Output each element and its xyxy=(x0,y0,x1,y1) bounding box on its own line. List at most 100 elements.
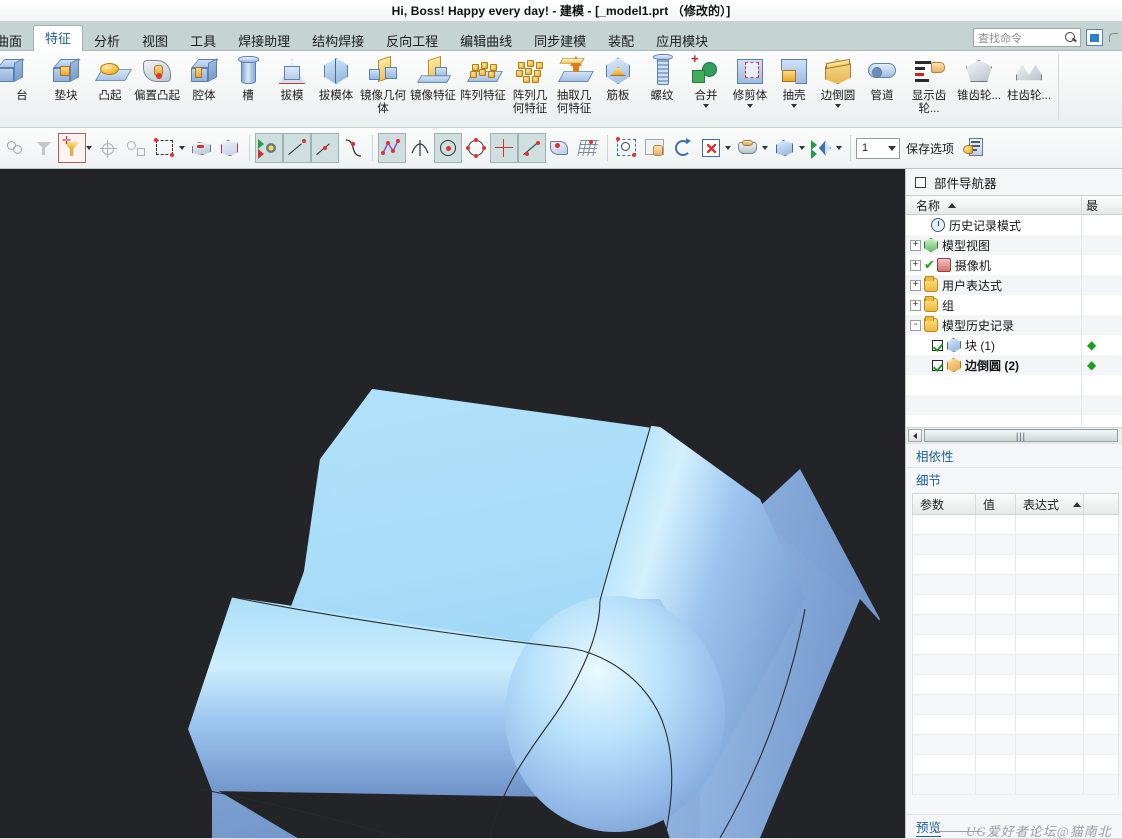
details-row[interactable] xyxy=(912,615,1119,635)
line-endpoint-icon[interactable] xyxy=(283,133,311,163)
quadrant-point-icon[interactable] xyxy=(462,133,490,163)
wireframe-body-icon[interactable] xyxy=(216,133,244,163)
details-row[interactable] xyxy=(912,515,1119,535)
cloud-points-icon[interactable] xyxy=(2,133,30,163)
ribbon-item-edge-blend[interactable]: 边倒圆 xyxy=(816,51,860,125)
feature-suppress-checkbox[interactable] xyxy=(932,339,943,351)
ribbon-item-draft[interactable]: 拔模 xyxy=(270,51,314,125)
intersection-point-icon[interactable] xyxy=(406,133,434,163)
ribbon-item-pocket[interactable]: 腔体 xyxy=(182,51,226,125)
expand-toggle-icon[interactable]: + xyxy=(910,299,921,311)
tree-horizontal-scrollbar[interactable]: ||| xyxy=(906,427,1122,443)
selection-filter-icon[interactable]: ✛ xyxy=(58,133,86,163)
ribbon-item-spur-gear[interactable]: 柱齿轮... xyxy=(1004,51,1054,125)
pan-icon[interactable] xyxy=(641,133,669,163)
face-snap-icon[interactable] xyxy=(546,133,574,163)
tree-row-model-history[interactable]: - 模型历史记录 xyxy=(906,315,1122,335)
shaded-view-icon[interactable] xyxy=(771,133,799,163)
details-row[interactable] xyxy=(912,735,1119,755)
ribbon-item-offset-emboss[interactable]: 偏置凸起 xyxy=(132,51,182,125)
chevron-down-icon[interactable] xyxy=(725,146,731,150)
chevron-down-icon[interactable] xyxy=(179,146,185,150)
ribbon-item-rib[interactable]: 筋板 xyxy=(596,51,640,125)
ribbon-item-groove[interactable]: 槽 xyxy=(226,51,270,125)
column-header-latest[interactable]: 最 xyxy=(1082,197,1122,214)
tree-row-block[interactable]: 块 (1) ◆ xyxy=(906,335,1122,355)
chevron-down-icon[interactable] xyxy=(703,103,709,108)
ribbon-item-trim-body[interactable]: 修剪体 xyxy=(728,51,772,125)
tree-row-user-expressions[interactable]: + 用户表达式 xyxy=(906,275,1122,295)
ribbon-item-boss[interactable]: 台 xyxy=(0,51,44,125)
ribbon-item-pad[interactable]: 垫块 xyxy=(44,51,88,125)
tree-row-edge-blend[interactable]: 边倒圆 (2) ◆ xyxy=(906,355,1122,375)
details-row[interactable] xyxy=(912,555,1119,575)
dependencies-section-header[interactable]: 相依性 xyxy=(906,443,1122,467)
part-navigator-header[interactable]: 部件导航器 xyxy=(906,169,1122,195)
ribbon-item-mirror-feature[interactable]: 镜像特征 xyxy=(408,51,458,125)
solid-body-icon[interactable] xyxy=(188,133,216,163)
ribbon-item-emboss[interactable]: 凸起 xyxy=(88,51,132,125)
ribbon-item-pattern-feature[interactable]: 阵列特征 xyxy=(458,51,508,125)
tree-row-history-mode[interactable]: 历史记录模式 xyxy=(906,215,1122,235)
tree-row-cameras[interactable]: + ✔ 摄像机 xyxy=(906,255,1122,275)
ribbon-item-thread[interactable]: 螺纹 xyxy=(640,51,684,125)
restore-window-icon[interactable] xyxy=(1086,29,1103,46)
details-section-header[interactable]: 细节 xyxy=(906,467,1122,491)
tree-row-model-views[interactable]: + 模型视图 xyxy=(906,235,1122,255)
scroll-thumb-grip[interactable]: ||| xyxy=(924,429,1118,442)
chevron-down-icon[interactable] xyxy=(835,103,841,108)
tab-tezheng[interactable]: 特征 xyxy=(33,25,84,52)
tree-row-groups[interactable]: + 组 xyxy=(906,295,1122,315)
chevron-down-icon[interactable] xyxy=(799,146,805,150)
feature-select-icon[interactable] xyxy=(123,133,151,163)
zoom-window-icon[interactable] xyxy=(613,133,641,163)
chevron-down-icon[interactable] xyxy=(747,103,753,108)
ribbon-item-pattern-geometry[interactable]: 阵列几何特征 xyxy=(508,51,552,125)
feature-tree[interactable]: 历史记录模式 + 模型视图 + ✔ 摄像机 + 用户表达式 + 组 - 模型历史… xyxy=(906,215,1122,427)
chevron-down-icon[interactable] xyxy=(791,103,797,108)
chevron-down-icon[interactable] xyxy=(762,146,768,150)
move-object-icon[interactable] xyxy=(255,133,283,163)
details-col-value[interactable]: 值 xyxy=(976,494,1016,514)
layer-number-input[interactable]: 1 xyxy=(856,137,900,159)
render-style-icon[interactable] xyxy=(808,133,836,163)
save-options-icon[interactable] xyxy=(960,133,988,163)
chevron-down-icon[interactable] xyxy=(86,146,92,150)
details-row[interactable] xyxy=(912,635,1119,655)
search-input[interactable]: 查找命令 xyxy=(973,28,1081,47)
preview-section-header[interactable]: 预览 UG爱好者论坛@猫南北 xyxy=(906,814,1122,839)
curve-icon[interactable] xyxy=(339,133,367,163)
expand-toggle-icon[interactable]: + xyxy=(910,239,921,251)
graphics-viewport[interactable] xyxy=(0,169,905,838)
collapse-toggle-icon[interactable]: - xyxy=(910,319,921,331)
rotate-icon[interactable] xyxy=(669,133,697,163)
expand-toggle-icon[interactable]: + xyxy=(910,259,921,271)
ribbon-item-shell[interactable]: 抽壳 xyxy=(772,51,816,125)
details-row[interactable] xyxy=(912,655,1119,675)
details-row[interactable] xyxy=(912,675,1119,695)
details-table[interactable]: 参数 值 表达式 xyxy=(906,491,1122,814)
details-row[interactable] xyxy=(912,575,1119,595)
details-row[interactable] xyxy=(912,775,1119,795)
ribbon-item-unite[interactable]: + 合并 xyxy=(684,51,728,125)
ribbon-item-mirror-geometry[interactable]: 镜像几何体 xyxy=(358,51,408,125)
save-options-label[interactable]: 保存选项 xyxy=(906,140,954,157)
details-row[interactable] xyxy=(912,595,1119,615)
column-header-name[interactable]: 名称 xyxy=(906,196,1082,214)
line-icon[interactable] xyxy=(518,133,546,163)
rectangle-select-icon[interactable] xyxy=(151,133,179,163)
feature-suppress-checkbox[interactable] xyxy=(932,359,943,371)
fit-view-icon[interactable] xyxy=(697,133,725,163)
line-midpoint-icon[interactable] xyxy=(311,133,339,163)
ribbon-item-bevel-gear[interactable]: 锥齿轮... xyxy=(954,51,1004,125)
snap-point-icon[interactable] xyxy=(95,133,123,163)
details-row[interactable] xyxy=(912,715,1119,735)
expand-toggle-icon[interactable]: + xyxy=(910,279,921,291)
details-row[interactable] xyxy=(912,755,1119,775)
panel-pin-icon[interactable] xyxy=(915,176,926,188)
view-style-icon[interactable] xyxy=(734,133,762,163)
details-row[interactable] xyxy=(912,535,1119,555)
ribbon-item-draft-body[interactable]: 拔模体 xyxy=(314,51,358,125)
ribbon-item-tube[interactable]: 管道 xyxy=(860,51,904,125)
point-on-curve-icon[interactable] xyxy=(490,133,518,163)
